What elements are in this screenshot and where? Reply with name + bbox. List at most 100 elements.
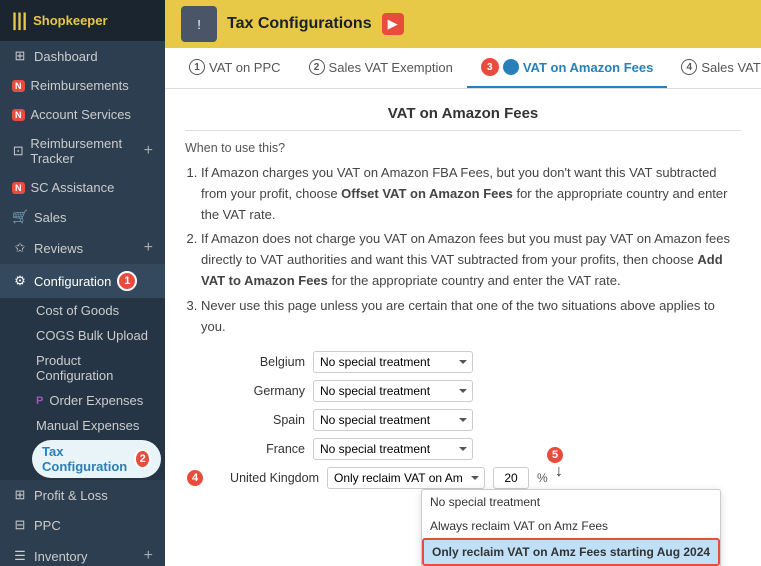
country-label-belgium: Belgium <box>185 355 305 369</box>
sales-icon: 🛒 <box>12 209 28 225</box>
percent-symbol: % <box>537 471 548 485</box>
country-label-germany: Germany <box>185 384 305 398</box>
sidebar-item-label: PPC <box>34 518 61 533</box>
tab-num-4: 4 <box>681 59 697 75</box>
country-row-france: France No special treatment <box>185 438 741 460</box>
sidebar-item-ppc[interactable]: ⊟ PPC <box>0 510 165 540</box>
annotation-5: 5 <box>545 445 565 465</box>
sidebar-item-product-configuration[interactable]: Product Configuration <box>28 348 165 388</box>
reviews-icon: ✩ <box>12 240 28 256</box>
sidebar-item-label: Reimbursements <box>31 78 129 93</box>
sidebar-item-cogs-bulk-upload[interactable]: COGS Bulk Upload <box>28 323 165 348</box>
dropdown-option-always-reclaim[interactable]: Always reclaim VAT on Amz Fees <box>422 514 720 538</box>
sidebar-item-label: Manual Expenses <box>36 418 139 433</box>
tab-label: VAT on PPC <box>209 60 281 75</box>
sidebar-item-order-expenses[interactable]: P Order Expenses <box>28 388 165 413</box>
sidebar-item-label: Configuration <box>34 274 111 289</box>
n-badge: N <box>12 182 25 194</box>
tab-num-2: 2 <box>309 59 325 75</box>
content-title: VAT on Amazon Fees <box>185 105 741 131</box>
sidebar-item-label: Dashboard <box>34 49 98 64</box>
annotation-4: 4 <box>185 468 205 488</box>
sidebar-item-account-services[interactable]: N Account Services <box>0 100 165 129</box>
sidebar-item-dashboard[interactable]: ⊞ Dashboard <box>0 41 165 71</box>
play-button[interactable]: ▶ <box>382 13 404 35</box>
n-badge: N <box>12 80 25 92</box>
sidebar-item-label: COGS Bulk Upload <box>36 328 148 343</box>
sidebar-item-label: SC Assistance <box>31 180 115 195</box>
sidebar-item-label: Profit & Loss <box>34 488 108 503</box>
tab-vat-on-ppc[interactable]: 1 VAT on PPC <box>175 49 295 87</box>
tab-label: VAT on Amazon Fees <box>523 60 654 75</box>
sidebar-item-label: Reimbursement Tracker <box>30 136 137 166</box>
tab-label: Sales VAT Exemption <box>329 60 453 75</box>
ppc-icon: ⊟ <box>12 517 28 533</box>
topbar: ! Tax Configurations ▶ <box>165 0 761 48</box>
sidebar-item-label: Product Configuration <box>36 353 157 383</box>
dropdown-option-no-special[interactable]: No special treatment <box>422 490 720 514</box>
sidebar-item-label: Order Expenses <box>49 393 143 408</box>
country-row-germany: Germany No special treatment <box>185 380 741 402</box>
sidebar-item-label: Reviews <box>34 241 83 256</box>
instructions: If Amazon charges you VAT on Amazon FBA … <box>185 163 741 337</box>
sidebar-item-label: Account Services <box>31 107 131 122</box>
country-select-france[interactable]: No special treatment <box>313 438 473 460</box>
dropdown-option-only-reclaim[interactable]: Only reclaim VAT on Amz Fees starting Au… <box>422 538 720 566</box>
config-sub-menu: Cost of Goods COGS Bulk Upload Product C… <box>0 298 165 480</box>
tab-bar: 1 VAT on PPC 2 Sales VAT Exemption 3 VAT… <box>165 48 761 89</box>
sidebar-item-configuration[interactable]: ⚙ Configuration 1 <box>0 264 165 298</box>
sidebar-item-profit-loss[interactable]: ⊞ Profit & Loss <box>0 480 165 510</box>
tab-num-3 <box>503 59 519 75</box>
tab-num-1: 1 <box>189 59 205 75</box>
country-row-uk: 4 United Kingdom Only reclaim VAT on Am … <box>185 467 741 489</box>
dashboard-icon: ⊞ <box>12 48 28 64</box>
sidebar-item-reviews[interactable]: ✩ Reviews + <box>0 232 165 264</box>
tab-label: Sales VAT Deduction <box>701 60 761 75</box>
sidebar-item-manual-expenses[interactable]: Manual Expenses <box>28 413 165 438</box>
country-label-france: France <box>185 442 305 456</box>
tab-sales-vat-exemption[interactable]: 2 Sales VAT Exemption <box>295 49 467 87</box>
expand-icon: + <box>144 142 153 160</box>
expand-icon: + <box>144 239 153 257</box>
tab-vat-on-amazon-fees[interactable]: 3 VAT on Amazon Fees <box>467 48 668 88</box>
play-icon: ▶ <box>388 16 398 32</box>
annotation-1: 1 <box>117 271 137 291</box>
country-row-belgium: Belgium No special treatment <box>185 351 741 373</box>
config-icon: ⚙ <box>12 273 28 289</box>
sidebar-item-sc-assistance[interactable]: N SC Assistance <box>0 173 165 202</box>
annotation-3: 3 <box>481 58 499 76</box>
topbar-icon: ! <box>181 6 217 42</box>
sidebar-item-inventory[interactable]: ☰ Inventory + <box>0 540 165 566</box>
arrow-down-icon: ↓ <box>555 463 563 481</box>
warning-icon: ! <box>197 17 201 32</box>
n-badge: N <box>12 109 25 121</box>
page-title: Tax Configurations <box>227 15 372 33</box>
vat-percent-input[interactable] <box>493 467 529 489</box>
uk-dropdown: No special treatment Always reclaim VAT … <box>421 489 721 566</box>
sidebar-item-tax-configuration[interactable]: Tax Configuration 2 <box>32 440 161 478</box>
tracker-icon: ⊡ <box>12 143 24 159</box>
instruction-1: If Amazon charges you VAT on Amazon FBA … <box>201 163 741 225</box>
sidebar-item-label: Inventory <box>34 549 87 564</box>
tab-sales-vat-deduction[interactable]: 4 Sales VAT Deduction <box>667 49 761 87</box>
country-select-germany[interactable]: No special treatment <box>313 380 473 402</box>
sidebar: ||| Shopkeeper ⊞ Dashboard N Reimburseme… <box>0 0 165 566</box>
country-label-uk: United Kingdom <box>219 471 319 485</box>
sidebar-item-cost-of-goods[interactable]: Cost of Goods <box>28 298 165 323</box>
country-rows: Belgium No special treatment Germany No … <box>185 351 741 566</box>
country-select-belgium[interactable]: No special treatment <box>313 351 473 373</box>
content-area: VAT on Amazon Fees When to use this? If … <box>165 89 761 566</box>
logo-bars-icon: ||| <box>12 10 27 31</box>
sidebar-item-label: Sales <box>34 210 67 225</box>
logo: ||| Shopkeeper <box>0 0 165 41</box>
expand-icon: + <box>144 547 153 565</box>
sidebar-item-label: Cost of Goods <box>36 303 119 318</box>
when-to-use: When to use this? <box>185 141 741 155</box>
sidebar-item-reimbursements[interactable]: N Reimbursements <box>0 71 165 100</box>
country-select-spain[interactable]: No special treatment <box>313 409 473 431</box>
main-area: ! Tax Configurations ▶ 1 VAT on PPC 2 Sa… <box>165 0 761 566</box>
sidebar-item-label: Tax Configuration <box>42 444 128 474</box>
sidebar-item-reimbursement-tracker[interactable]: ⊡ Reimbursement Tracker + <box>0 129 165 173</box>
country-select-uk[interactable]: Only reclaim VAT on Am <box>327 467 485 489</box>
sidebar-item-sales[interactable]: 🛒 Sales <box>0 202 165 232</box>
